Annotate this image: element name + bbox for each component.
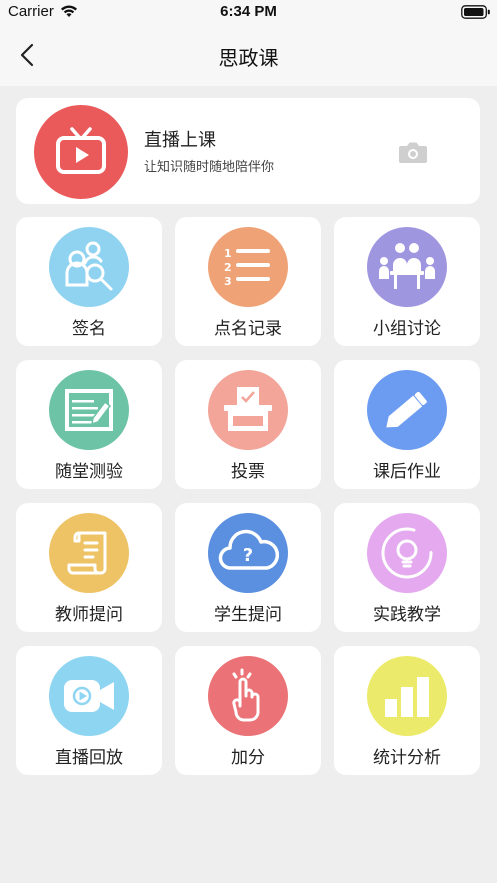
people-search-icon: [49, 227, 129, 307]
tile-roll-call-record[interactable]: 1 2 3 点名记录: [175, 217, 321, 346]
nav-bar: 思政课: [0, 24, 497, 86]
svg-text:?: ?: [243, 545, 253, 566]
tile-practical-teaching[interactable]: 实践教学: [334, 503, 480, 632]
tile-sign-in[interactable]: 签名: [16, 217, 162, 346]
tile-statistics[interactable]: 统计分析: [334, 646, 480, 775]
tile-in-class-quiz[interactable]: 随堂测验: [16, 360, 162, 489]
pencil-icon: [367, 370, 447, 450]
svg-text:2: 2: [224, 261, 232, 274]
tile-student-question[interactable]: ? 学生提问: [175, 503, 321, 632]
group-discussion-icon: [367, 227, 447, 307]
camera-icon[interactable]: [398, 140, 428, 168]
status-time: 6:34 PM: [220, 3, 277, 20]
tile-label: 实践教学: [373, 605, 441, 625]
live-class-title: 直播上课: [144, 130, 216, 151]
bar-chart-icon: [367, 656, 447, 736]
live-class-subtitle: 让知识随时随地陪伴你: [144, 160, 275, 175]
status-bar: Carrier 6:34 PM: [0, 0, 497, 24]
page-title: 思政课: [218, 46, 279, 70]
question-cloud-icon: ?: [208, 513, 288, 593]
tile-label: 直播回放: [55, 748, 123, 768]
video-camera-icon: [49, 656, 129, 736]
tile-teacher-question[interactable]: 教师提问: [16, 503, 162, 632]
quiz-board-icon: [49, 370, 129, 450]
lightbulb-icon: [367, 513, 447, 593]
live-class-card[interactable]: 直播上课 让知识随时随地陪伴你: [16, 98, 480, 204]
numbered-list-icon: 1 2 3: [208, 227, 288, 307]
svg-text:3: 3: [224, 275, 232, 288]
tile-label: 投票: [231, 462, 265, 482]
tile-label: 统计分析: [373, 748, 441, 768]
hand-tap-icon: [208, 656, 288, 736]
tile-label: 随堂测验: [55, 462, 123, 482]
feature-grid: 签名 1 2 3 点名记录 小组讨论 随堂测验 投票 课后作业 教师提问 ? 学…: [16, 217, 481, 775]
tile-label: 小组讨论: [373, 319, 441, 339]
tile-label: 学生提问: [214, 605, 282, 625]
tile-vote[interactable]: 投票: [175, 360, 321, 489]
svg-text:1: 1: [224, 247, 232, 260]
tile-label: 加分: [231, 748, 265, 768]
tile-bonus-points[interactable]: 加分: [175, 646, 321, 775]
ballot-box-icon: [208, 370, 288, 450]
tile-label: 教师提问: [55, 605, 123, 625]
tile-label: 课后作业: [373, 462, 441, 482]
tile-label: 签名: [72, 319, 106, 339]
tv-icon: [34, 105, 128, 199]
battery-icon: [461, 5, 490, 19]
tile-live-replay[interactable]: 直播回放: [16, 646, 162, 775]
scroll-icon: [49, 513, 129, 593]
tile-homework[interactable]: 课后作业: [334, 360, 480, 489]
tile-group-discussion[interactable]: 小组讨论: [334, 217, 480, 346]
tile-label: 点名记录: [214, 319, 282, 339]
